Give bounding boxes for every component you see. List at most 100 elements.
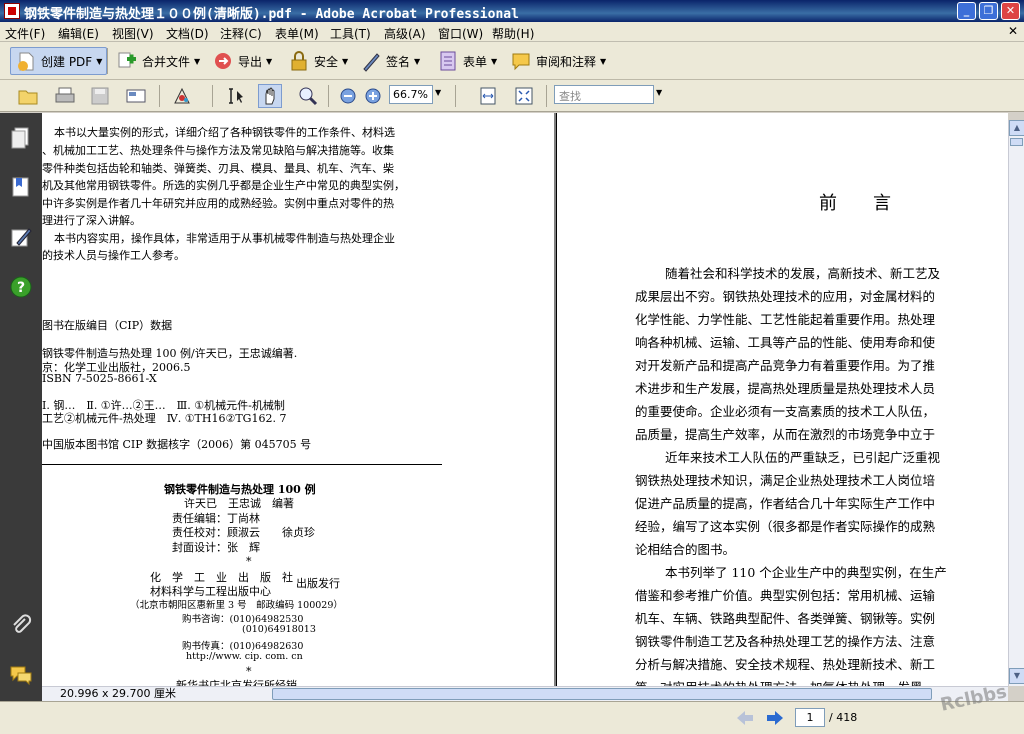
combine-files-button[interactable]: 合并文件 ▼ — [112, 47, 204, 75]
next-page-icon[interactable] — [765, 710, 785, 729]
pdf-page-copyright: 本书以大量实例的形式，详细介绍了各种钢铁零件的工作条件、材料选 、机械加工工艺、… — [42, 113, 554, 686]
speech-bubble-icon — [510, 50, 532, 72]
signatures-icon[interactable] — [9, 225, 33, 249]
intro-line: 中许多实例是作者几十年研究并应用的成熟经验。实例中重点对零件的热 — [42, 197, 394, 210]
menu-advanced[interactable]: 高级(A) — [384, 25, 426, 42]
chevron-down-icon[interactable]: ▼ — [435, 88, 441, 97]
page-size-label: 20.996 x 29.700 厘米 — [60, 687, 176, 700]
menu-help[interactable]: 帮助(H) — [492, 25, 534, 42]
proofreader: 责任校对：顾淑云 徐贞珍 — [172, 526, 315, 539]
search-input[interactable]: 查找 — [554, 85, 654, 104]
menu-tools[interactable]: 工具(T) — [330, 25, 371, 42]
menu-edit[interactable]: 编辑(E) — [58, 25, 99, 42]
toolbar-separator — [328, 85, 329, 107]
combine-files-label: 合并文件 — [142, 54, 191, 69]
secure-label: 安全 — [314, 54, 339, 69]
review-comment-button[interactable]: 审阅和注释 ▼ — [506, 47, 610, 75]
help-icon[interactable]: ? — [9, 275, 33, 299]
website: http://www. cip. com. cn — [186, 651, 303, 662]
export-button[interactable]: 导出 ▼ — [208, 47, 276, 75]
intro-line: 的技术人员与操作工人参考。 — [42, 249, 185, 262]
chevron-down-icon: ▼ — [600, 56, 607, 66]
preface-line: 近年来技术工人队伍的严重缺乏，已引起广泛重视 — [665, 450, 941, 465]
fax: 购书传真：(010)64982630 — [182, 641, 304, 652]
menu-view[interactable]: 视图(V) — [112, 25, 154, 42]
preface-line: 成果层出不穷。钢铁热处理技术的应用，对金属材料的 — [635, 289, 936, 304]
svg-text:?: ? — [17, 280, 25, 296]
preface-heading: 前 言 — [819, 193, 891, 214]
select-text-icon[interactable] — [224, 84, 248, 108]
menu-comments[interactable]: 注释(C) — [220, 25, 262, 42]
scroll-down-icon[interactable]: ▼ — [1009, 668, 1024, 684]
preface-line: 分析与解决措施、安全技术规程、热处理新技术、新工 — [635, 657, 936, 672]
fit-page-icon[interactable] — [512, 84, 536, 108]
zoom-tool-icon[interactable] — [296, 84, 320, 108]
preface-line: 促进产品质量的提高，作者结合几十年实际生产工作中 — [635, 496, 936, 511]
hand-tool-icon[interactable] — [258, 84, 282, 108]
scrollbar-thumb[interactable] — [272, 688, 932, 700]
chevron-down-icon: ▼ — [194, 56, 201, 66]
preface-line: 术进步和生产发展，提高热处理质量是热处理技术人员 — [635, 381, 936, 396]
restore-button[interactable]: ❐ — [979, 2, 998, 20]
email-icon[interactable] — [124, 84, 148, 108]
bookmarks-icon[interactable] — [9, 175, 33, 199]
intro-line: 理进行了深入讲解。 — [42, 214, 141, 227]
page-number-input[interactable]: 1 — [795, 708, 825, 727]
document-close-icon[interactable]: ✕ — [1008, 24, 1018, 38]
cover-design: 封面设计：张 辉 — [172, 541, 260, 554]
print-icon[interactable] — [53, 84, 77, 108]
chevron-down-icon[interactable]: ▼ — [656, 88, 662, 97]
preface-line: 等。对实用技术的热处理方法、加氧体热处理、发黑 — [635, 677, 923, 686]
pages-icon[interactable] — [9, 125, 33, 149]
distributor: 新华书店北京发行所经销 — [176, 679, 297, 686]
toolbar-separator — [546, 85, 547, 107]
export-label: 导出 — [238, 54, 263, 69]
toolbar-separator — [159, 85, 160, 107]
sign-button[interactable]: 签名 ▼ — [356, 47, 424, 75]
forms-button[interactable]: 表单 ▼ — [433, 47, 501, 75]
cip-number: 中国版本图书馆 CIP 数据核字（2006）第 045705 号 — [42, 438, 312, 451]
cip-line: ISBN 7-5025-8661-X — [42, 372, 157, 385]
intro-line: 、机械加工工艺、热处理条件与操作方法及常见缺陷与解决措施等。收集 — [42, 144, 394, 157]
zoom-in-icon[interactable] — [361, 84, 385, 108]
horizontal-scrollbar[interactable]: 20.996 x 29.700 厘米 — [42, 686, 1008, 701]
menu-file[interactable]: 文件(F) — [5, 25, 45, 42]
preface-line: 化学性能、力学性能、工艺性能起着重要作用。热处理 — [635, 312, 936, 327]
preface-line: 钢铁零件制造工艺及各种热处理工艺的操作方法、注意 — [635, 634, 936, 649]
create-pdf-button[interactable]: 创建 PDF ▼ — [10, 47, 108, 75]
open-folder-icon[interactable] — [16, 84, 40, 108]
vertical-scrollbar[interactable]: ▲ ▼ — [1008, 120, 1024, 686]
document-viewport[interactable]: 本书以大量实例的形式，详细介绍了各种钢铁零件的工作条件、材料选 、机械加工工艺、… — [42, 113, 1008, 686]
preface-line: 本书列举了 110 个企业生产中的典型实例，在生产 — [665, 565, 947, 580]
phone: 购书咨询：(010)64982530 — [182, 614, 304, 625]
menu-document[interactable]: 文档(D) — [166, 25, 209, 42]
save-icon[interactable] — [88, 84, 112, 108]
sign-label: 签名 — [386, 54, 411, 69]
toolbar-separator — [212, 85, 213, 107]
preface-line: 随着社会和科学技术的发展，高新技术、新工艺及 — [665, 266, 941, 281]
acrobat-window: 钢铁零件制造与热处理１００例(清晰版).pdf - Adobe Acrobat … — [0, 0, 1024, 734]
create-pdf-label: 创建 PDF — [41, 54, 93, 69]
preface-line: 的重要使命。企业必须有一支高素质的技术工人队伍， — [635, 404, 936, 419]
cip-title: 图书在版编目（CIP）数据 — [42, 319, 173, 332]
preface-line: 机车、车辆、铁路典型配件、各类弹簧、钢锹等。实例 — [635, 611, 936, 626]
scroll-up-icon[interactable]: ▲ — [1009, 120, 1024, 136]
minimize-button[interactable]: _ — [957, 2, 976, 20]
chevron-down-icon: ▼ — [491, 56, 498, 66]
fit-width-icon[interactable] — [476, 84, 500, 108]
tools-toolbar — [0, 80, 1024, 112]
menu-forms[interactable]: 表单(M) — [275, 25, 319, 42]
phone: (010)64918013 — [242, 624, 316, 635]
comments-icon[interactable] — [9, 663, 33, 687]
menu-window[interactable]: 窗口(W) — [438, 25, 483, 42]
classification-line: 工艺②机械元件-热处理 Ⅳ. ①TH16②TG162. 7 — [42, 412, 287, 425]
navigation-pane: ? — [0, 113, 42, 701]
zoom-out-icon[interactable] — [336, 84, 360, 108]
close-button[interactable]: ✕ — [1001, 2, 1020, 20]
scrollbar-thumb[interactable] — [1010, 138, 1023, 146]
zoom-input[interactable]: 66.7% — [389, 85, 433, 104]
color-management-icon[interactable] — [170, 84, 194, 108]
secure-button[interactable]: 安全 ▼ — [284, 47, 352, 75]
attachments-icon[interactable] — [9, 613, 33, 637]
previous-page-icon[interactable] — [735, 710, 755, 729]
